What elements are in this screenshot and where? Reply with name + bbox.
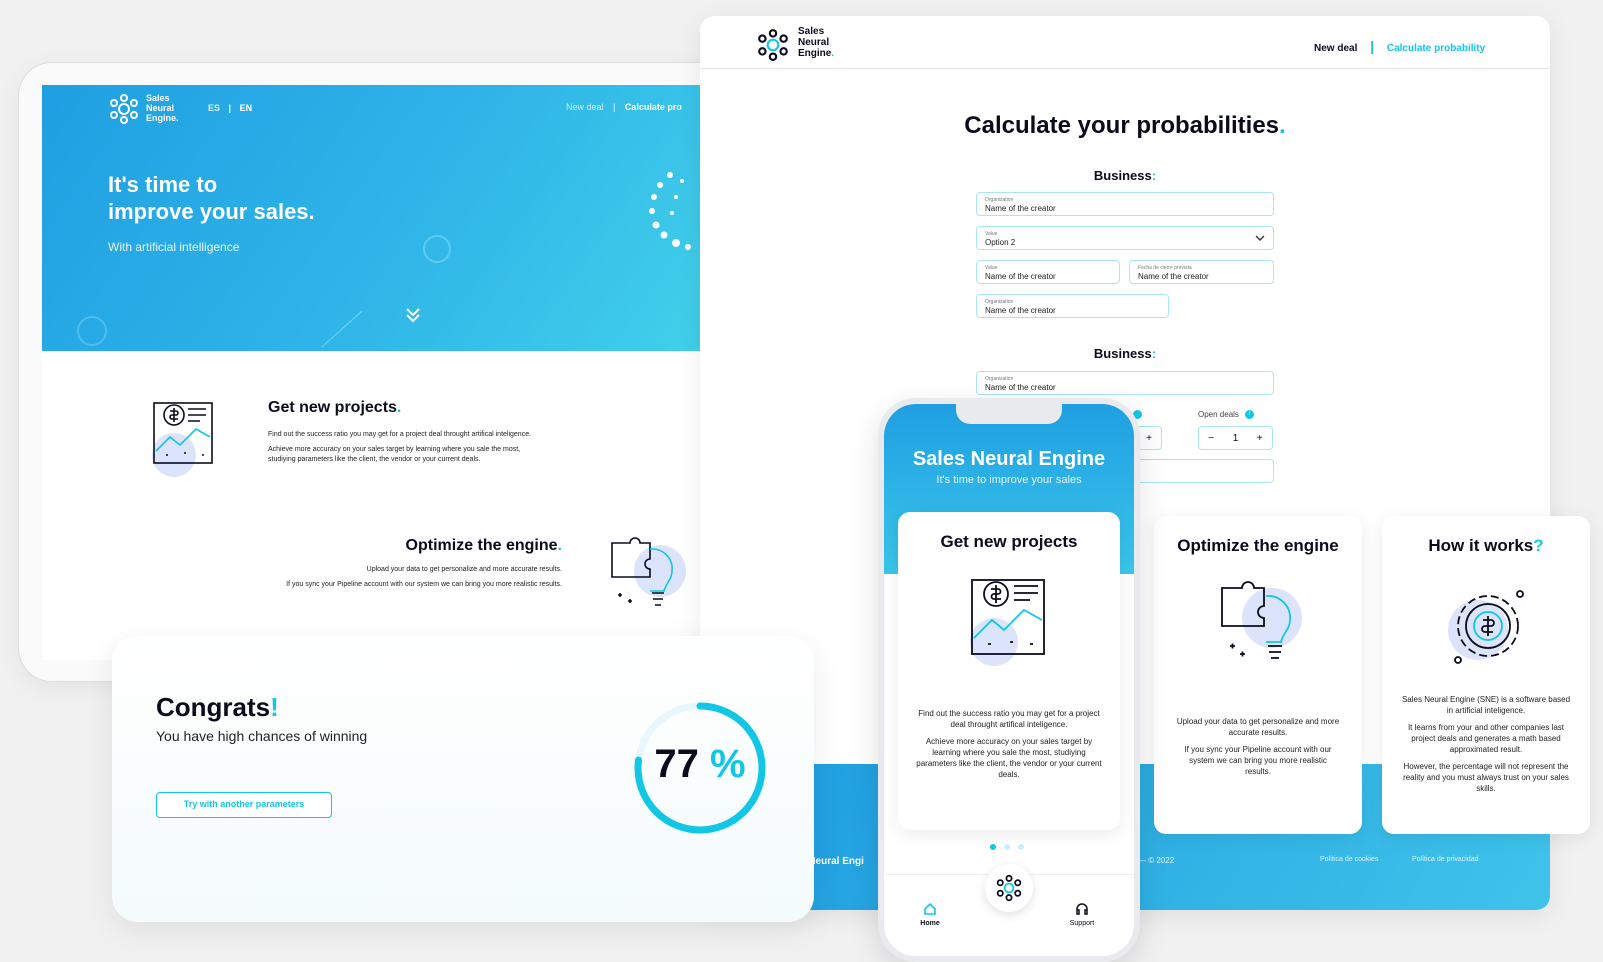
open-deals-label: Open deals i <box>1198 410 1255 420</box>
how-it-works-title: How it works? <box>1428 536 1544 555</box>
how-it-works-text: Sales Neural Engine (SNE) is a software … <box>1401 695 1571 793</box>
feature-optimize-text: Upload your data to get personalize and … <box>286 566 562 588</box>
value-select[interactable]: Value Option 2 <box>976 226 1274 250</box>
hero-subtitle: With artificial intelligence <box>108 240 240 254</box>
hero-banner: Sales Neural Engine. ES | EN New deal | … <box>42 85 702 351</box>
desktop-logo-text: Sales Neural Engine. <box>798 26 835 59</box>
chart-dollar-icon <box>970 579 1045 666</box>
nav-separator: | <box>613 102 616 112</box>
organization-field[interactable]: Organization Name of the creator <box>976 192 1274 216</box>
language-switch: ES | EN <box>208 103 252 113</box>
lang-es-link[interactable]: ES <box>208 103 220 113</box>
feature-optimize-title: Optimize the engine. <box>405 537 562 554</box>
atom-logo-icon <box>110 94 138 124</box>
business-section-title-2: Business: <box>1093 346 1157 361</box>
hero-logo[interactable] <box>108 93 140 130</box>
hero-logo-text: Sales Neural Engine. <box>146 93 179 123</box>
carousel-dots[interactable] <box>990 844 1024 850</box>
gear-dollar-icon <box>1448 590 1524 664</box>
congrats-card: Congrats! You have high chances of winni… <box>112 636 814 922</box>
increment-button[interactable]: + <box>1146 433 1152 444</box>
center-action-button[interactable] <box>985 864 1033 912</box>
nav-calculate-link[interactable]: Calculate pro <box>625 102 682 112</box>
organization-field-3[interactable]: Organization Name of the creator <box>976 371 1274 395</box>
desktop-nav: New deal | Calculate probability <box>1314 38 1485 54</box>
try-again-button[interactable]: Try with another parameters <box>156 792 332 818</box>
hidden-field[interactable] <box>1136 459 1274 483</box>
page-title: Calculate your probabilities. <box>964 112 1286 139</box>
home-icon <box>924 902 936 915</box>
nav-new-deal-link[interactable]: New deal <box>566 102 604 112</box>
lang-en-link[interactable]: EN <box>240 103 253 113</box>
optimize-card-title: Optimize the engine <box>1177 536 1339 555</box>
hero-title-line-2: improve your sales. <box>108 199 315 224</box>
optimize-card: Optimize the engine Upload your data to … <box>1154 516 1362 834</box>
atom-logo-icon <box>996 874 1022 902</box>
chevron-down-icon <box>1255 235 1265 241</box>
nav-separator: | <box>1370 38 1375 54</box>
header-divider <box>700 68 1550 69</box>
nav-new-deal-link[interactable]: New deal <box>1314 43 1357 54</box>
atom-logo-icon[interactable] <box>756 28 790 62</box>
close-date-field[interactable]: Fecha de cierre prevista Name of the crea… <box>1129 260 1274 284</box>
business-section-title-1: Business: <box>1093 168 1157 183</box>
phone-notch <box>956 404 1062 424</box>
puzzle-bulb-icon <box>1221 581 1302 659</box>
probability-value: 77 % <box>654 742 746 786</box>
nav-calculate-probability-link[interactable]: Calculate probability <box>1387 43 1485 54</box>
phone-card-title: Get new projects <box>940 532 1078 551</box>
feature-get-projects-title: Get new projects. <box>268 399 402 416</box>
chevron-down-icon[interactable] <box>404 307 422 323</box>
hero-title-line-1: It's time to <box>108 172 218 197</box>
logo-line-1: Sales <box>146 93 170 103</box>
carousel-dot[interactable] <box>1018 844 1024 850</box>
stepper-value: 1 <box>1232 432 1239 444</box>
phone-card-text: Find out the success ratio you may get f… <box>916 709 1102 779</box>
footer-privacy-link[interactable]: Política de privacidad <box>1412 856 1479 863</box>
footer-cookies-link[interactable]: Política de cookies <box>1320 856 1378 863</box>
tab-home[interactable]: Home <box>914 902 946 927</box>
headset-icon <box>1076 903 1088 915</box>
tab-support[interactable]: Support <box>1064 902 1100 927</box>
value-field[interactable]: Value Name of the creator <box>976 260 1120 284</box>
phone-app-subtitle: It's time to improve your sales <box>936 474 1082 486</box>
how-it-works-card: How it works? Sales Neural Engine (SNE) … <box>1382 516 1590 834</box>
lang-separator: | <box>228 103 232 113</box>
increment-button[interactable]: + <box>1257 433 1263 444</box>
carousel-dot[interactable] <box>1004 844 1010 850</box>
feature-get-projects-text: Find out the success ratio you may get f… <box>268 431 532 463</box>
hero-nav: New deal | Calculate pro <box>566 102 682 112</box>
phone-feature-card[interactable]: Get new projects Find out the success ra… <box>898 512 1120 830</box>
tablet-screen: Sales Neural Engine. ES | EN New deal | … <box>42 85 702 660</box>
tab-support-label: Support <box>1069 920 1095 927</box>
congrats-subtitle: You have high chances of winning <box>156 728 368 744</box>
chart-dollar-icon <box>152 402 213 477</box>
phone-frame: Sales Neural Engine It's time to improve… <box>878 398 1140 962</box>
puzzle-bulb-icon <box>611 537 686 606</box>
logo-line-2: Neural <box>146 103 175 113</box>
optimize-card-text: Upload your data to get personalize and … <box>1176 717 1340 776</box>
organization-field-2[interactable]: Organization Name of the creator <box>976 294 1169 318</box>
congrats-title: Congrats! <box>156 692 279 722</box>
hero-title: It's time to improve your sales. <box>108 171 315 225</box>
logo-dot: . <box>176 113 179 123</box>
tab-home-label: Home <box>920 920 940 927</box>
phone-app-title: Sales Neural Engine <box>912 448 1106 470</box>
logo-line-3: Engine <box>146 113 177 123</box>
carousel-dot-active[interactable] <box>990 844 996 850</box>
info-icon[interactable]: i <box>1245 410 1255 420</box>
footer-copyright: — © 2022 <box>1138 856 1175 865</box>
decrement-button[interactable]: − <box>1208 433 1214 444</box>
open-deals-stepper[interactable]: − 1 + <box>1198 426 1273 450</box>
